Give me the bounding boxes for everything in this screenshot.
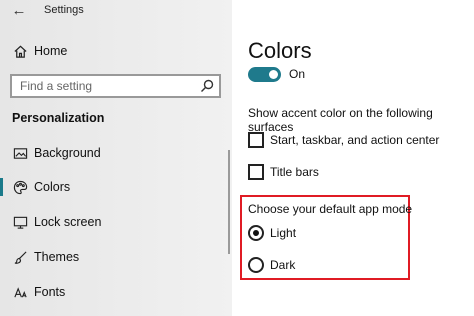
window-title: Settings <box>44 4 84 16</box>
home-icon[interactable] <box>12 43 28 59</box>
section-title: Personalization <box>12 111 105 125</box>
background-image-icon <box>12 145 28 161</box>
search-input[interactable]: Find a setting <box>10 74 221 98</box>
sidebar-scrollbar[interactable] <box>228 150 230 254</box>
active-indicator <box>0 178 3 196</box>
start-taskbar-checkbox[interactable] <box>248 132 264 148</box>
dark-mode-radio[interactable] <box>248 257 264 273</box>
sidebar-item-themes[interactable]: Themes <box>34 250 79 264</box>
sidebar-item-colors[interactable]: Colors <box>34 180 70 194</box>
title-bars-label[interactable]: Title bars <box>270 165 319 179</box>
start-taskbar-label[interactable]: Start, taskbar, and action center <box>270 133 439 147</box>
accent-toggle[interactable] <box>248 67 281 82</box>
page-title: Colors <box>248 38 312 63</box>
dark-mode-label[interactable]: Dark <box>270 258 295 272</box>
sidebar-item-fonts[interactable]: Fonts <box>34 285 65 299</box>
search-placeholder: Find a setting <box>20 79 93 93</box>
sidebar-item-home[interactable]: Home <box>34 44 67 58</box>
sidebar-item-background[interactable]: Background <box>34 146 101 160</box>
back-arrow-icon[interactable]: ← <box>8 1 30 21</box>
sidebar: ← Settings Home Find a setting Personali… <box>0 0 232 316</box>
toggle-knob <box>269 70 278 79</box>
font-icon <box>12 284 28 300</box>
lock-screen-icon <box>12 214 28 230</box>
radio-selected-dot <box>253 230 259 236</box>
brush-icon <box>12 249 28 265</box>
palette-icon <box>12 179 28 195</box>
accent-surfaces-description: Show accent color on the following surfa… <box>248 106 433 134</box>
app-mode-heading: Choose your default app mode <box>248 202 413 216</box>
search-icon[interactable] <box>199 78 215 94</box>
toggle-state-label: On <box>289 67 306 81</box>
title-bars-checkbox[interactable] <box>248 164 264 180</box>
light-mode-radio[interactable] <box>248 225 264 241</box>
sidebar-item-lock-screen[interactable]: Lock screen <box>34 215 101 229</box>
light-mode-label[interactable]: Light <box>270 226 296 240</box>
